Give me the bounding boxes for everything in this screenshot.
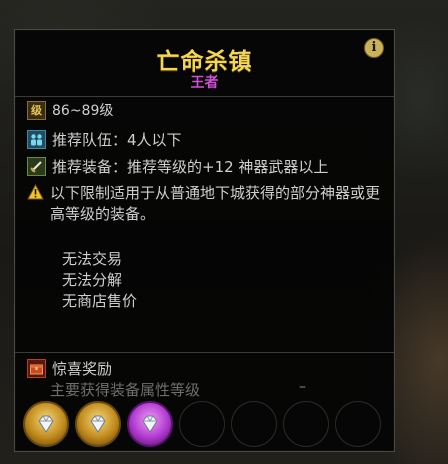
warning-icon bbox=[27, 183, 44, 200]
header-divider bbox=[15, 96, 394, 97]
level-range: 86~89级 bbox=[52, 103, 114, 119]
empty-reward-slot bbox=[283, 401, 329, 447]
gear-row: 推荐装备：推荐等级的+12 神器武器以上 bbox=[27, 156, 328, 177]
reward-slot[interactable] bbox=[127, 401, 173, 447]
treasure-chest-icon bbox=[27, 359, 46, 378]
level-row: 级 86~89级 bbox=[27, 100, 113, 120]
restriction-item: 无法交易 bbox=[62, 250, 123, 268]
dungeon-tooltip-panel: 亡命杀镇 王者 i 级 86~89级 推荐队伍：4人以下 推荐装备：推荐等级的+… bbox=[14, 29, 395, 452]
difficulty-label: 王者 bbox=[190, 75, 219, 91]
reward-value: – bbox=[299, 379, 306, 395]
diamond-gem-icon bbox=[142, 415, 158, 433]
party-row: 推荐队伍：4人以下 bbox=[27, 129, 182, 150]
diamond-gem-icon bbox=[38, 415, 54, 433]
reward-slot[interactable] bbox=[23, 401, 69, 447]
restriction-item: 无法分解 bbox=[62, 271, 123, 289]
reward-subtitle: 主要获得装备属性等级 bbox=[50, 381, 201, 399]
restriction-warning-text: 以下限制适用于从普通地下城获得的部分神器或更高等级的装备。 bbox=[50, 184, 381, 223]
restriction-list: 无法交易 无法分解 无商店售价 bbox=[62, 249, 137, 312]
empty-reward-slot bbox=[179, 401, 225, 447]
warning-row bbox=[27, 183, 50, 200]
diamond-gem-icon bbox=[90, 415, 106, 433]
reward-slot[interactable] bbox=[75, 401, 121, 447]
reward-title: 惊喜奖励 bbox=[52, 360, 113, 378]
sword-icon bbox=[27, 157, 46, 176]
party-icon bbox=[27, 130, 46, 149]
empty-reward-slot bbox=[231, 401, 277, 447]
gear-label: 推荐装备：推荐等级的+12 神器武器以上 bbox=[52, 158, 329, 176]
level-icon: 级 bbox=[27, 100, 46, 120]
reward-divider bbox=[15, 352, 394, 353]
restriction-item: 无商店售价 bbox=[62, 292, 138, 310]
party-label: 推荐队伍：4人以下 bbox=[52, 131, 182, 149]
empty-reward-slot bbox=[335, 401, 381, 447]
info-icon[interactable]: i bbox=[364, 38, 384, 58]
reward-slots bbox=[23, 401, 381, 447]
dungeon-title: 亡命杀镇 bbox=[156, 48, 253, 75]
reward-header: 惊喜奖励 bbox=[27, 358, 112, 379]
